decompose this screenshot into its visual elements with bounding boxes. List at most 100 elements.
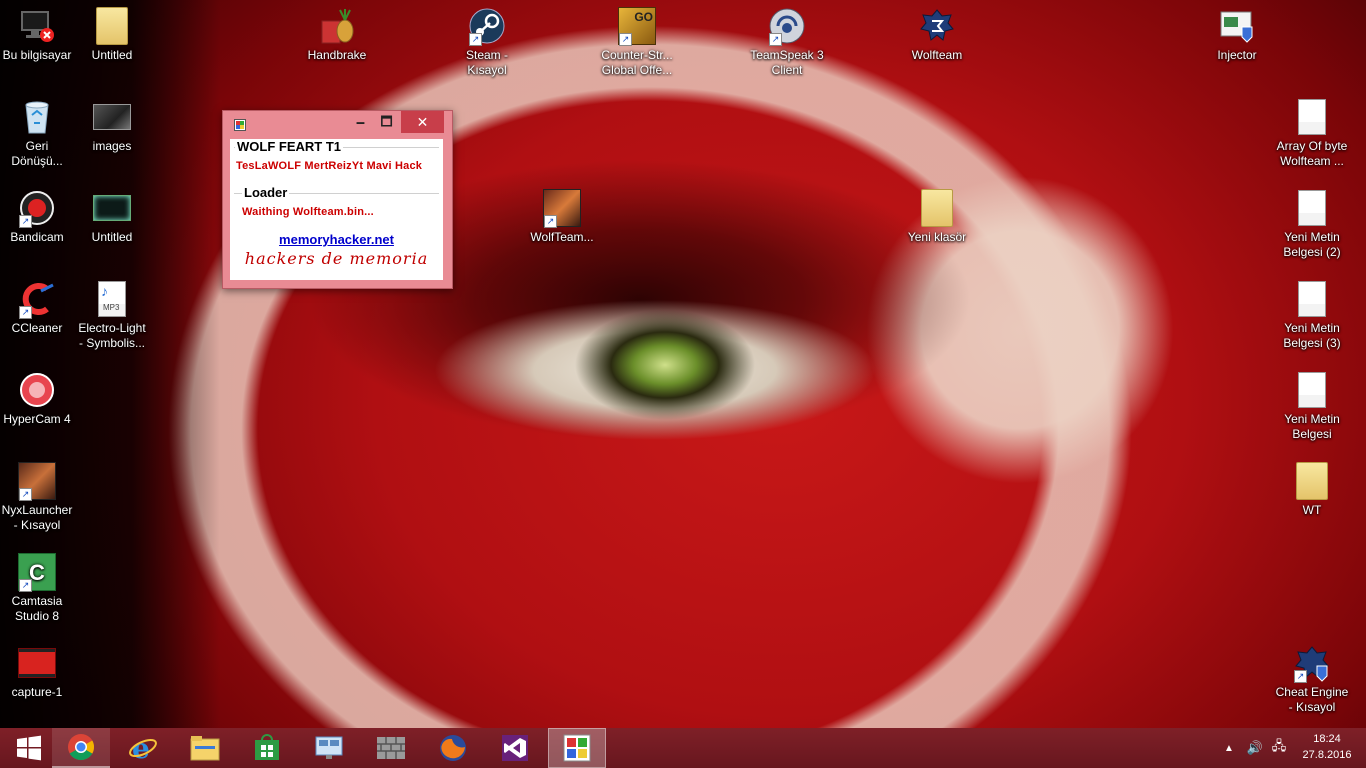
text-document-icon (1292, 188, 1332, 228)
new-text-document-label-1: Yeni Metin (1284, 412, 1340, 426)
handbrake-pineapple-icon (317, 6, 357, 46)
teamspeak-icon: ↗ (767, 6, 807, 46)
clock[interactable]: 18:24 27.8.2016 (1290, 731, 1364, 763)
taskbar-wolf-feart-app[interactable] (548, 728, 606, 768)
taskbar-chrome[interactable] (52, 728, 110, 768)
new-text-document-label-2: Belgesi (1292, 427, 1332, 441)
taskbar-internet-explorer[interactable]: e (114, 728, 172, 768)
images-item[interactable]: images (72, 93, 152, 154)
visual-studio-icon (502, 735, 528, 761)
wt-folder-label: WT (1302, 503, 1322, 517)
group-loader-title: Loader (242, 185, 290, 200)
mp3-file-icon: ♪ MP3 (92, 279, 132, 319)
array-of-byte-label-1: Array Of byte (1276, 139, 1348, 153)
array-of-byte-item[interactable]: Array Of byte Wolfteam ... (1272, 93, 1352, 169)
hypercam-label: HyperCam 4 (3, 412, 71, 426)
injector-label: Injector (1217, 48, 1257, 62)
svg-text:e: e (132, 733, 150, 763)
untitled-folder-label: Untitled (91, 48, 133, 62)
video-file-icon (17, 643, 57, 683)
taskbar: e ▲ 🔊 🖧 18:24 27.8.2016 (0, 728, 1366, 768)
window-titlebar[interactable]: 🗕 🗖 ✕ (223, 111, 452, 135)
new-text-document-item[interactable]: Yeni Metin Belgesi (1272, 366, 1352, 442)
images-label: images (92, 139, 132, 153)
steam-icon: ↗ (467, 6, 507, 46)
maximize-button[interactable]: 🗖 (373, 111, 400, 133)
hack-credits-label: TesLaWOLF MertReizYt Mavi Hack (236, 160, 423, 172)
teamspeak-item[interactable]: ↗ TeamSpeak 3 Client (747, 2, 827, 78)
wolf-feart-window[interactable]: 🗕 🗖 ✕ WOLF FEART T1 TesLaWOLF MertReizYt… (222, 110, 453, 289)
capture-video-item[interactable]: capture-1 (0, 639, 77, 700)
memoryhacker-link[interactable]: memoryhacker.net (230, 232, 443, 247)
csgo-item[interactable]: GO ↗ Counter-Str... Global Offe... (597, 2, 677, 78)
shortcut-arrow-icon: ↗ (19, 488, 32, 501)
taskbar-visual-studio[interactable] (486, 728, 544, 768)
steam-label-2: Kısayol (467, 63, 507, 77)
injector-item[interactable]: Injector (1197, 2, 1277, 63)
injector-icon (1217, 6, 1257, 46)
ccleaner-label: CCleaner (11, 321, 63, 335)
ccleaner-item[interactable]: ↗ CCleaner (0, 275, 77, 336)
untitled-video-item[interactable]: Untitled (72, 184, 152, 245)
new-text-document-2-label-1: Yeni Metin (1284, 230, 1340, 244)
handbrake-label: Handbrake (307, 48, 367, 62)
new-text-document-3-item[interactable]: Yeni Metin Belgesi (3) (1272, 275, 1352, 351)
electro-light-label-2: - Symbolis... (78, 336, 145, 350)
close-button[interactable]: ✕ (401, 111, 444, 133)
cheat-engine-item[interactable]: ↗ Cheat Engine - Kısayol (1272, 639, 1352, 715)
taskbar-remote-desktop[interactable] (300, 728, 358, 768)
volume-icon[interactable]: 🔊 (1244, 728, 1266, 768)
clock-date: 27.8.2016 (1302, 749, 1352, 761)
taskbar-firewall[interactable] (362, 728, 420, 768)
recycle-bin-label-1: Geri (25, 139, 49, 153)
csgo-label-1: Counter-Str... (601, 48, 673, 62)
folder-icon (92, 6, 132, 46)
group-wolf-feart: WOLF FEART T1 TesLaWOLF MertReizYt Mavi … (234, 140, 439, 178)
shortcut-arrow-icon: ↗ (769, 33, 782, 46)
new-folder-label: Yeni klasör (907, 230, 967, 244)
network-icon[interactable]: 🖧 (1268, 728, 1290, 768)
hypercam-item[interactable]: HyperCam 4 (0, 366, 77, 427)
teamspeak-label-1: TeamSpeak 3 (750, 48, 824, 62)
image-thumbnail-icon (92, 97, 132, 137)
remote-desktop-icon (315, 736, 343, 759)
wolfteam-icon (917, 6, 957, 46)
camtasia-label-2: Studio 8 (14, 609, 60, 623)
this-pc-icon-item[interactable]: Bu bilgisayar (0, 2, 77, 63)
shortcut-arrow-icon: ↗ (619, 33, 632, 46)
video-thumbnail-icon (92, 188, 132, 228)
loader-status-label: Waithing Wolfteam.bin... (242, 206, 374, 218)
camtasia-item[interactable]: C ↗ Camtasia Studio 8 (0, 548, 77, 624)
show-hidden-icons-button[interactable]: ▲ (1220, 728, 1238, 768)
taskbar-store[interactable] (238, 728, 296, 768)
nyxlauncher-item[interactable]: ↗ NyxLauncher - Kısayol (0, 457, 77, 533)
taskbar-firefox[interactable] (424, 728, 482, 768)
handbrake-item[interactable]: Handbrake (297, 2, 377, 63)
wolfteam-item[interactable]: Wolfteam (897, 2, 977, 63)
bandicam-item[interactable]: ↗ Bandicam (0, 184, 77, 245)
minimize-button[interactable]: 🗕 (347, 111, 374, 133)
untitled-folder-item[interactable]: Untitled (72, 2, 152, 63)
recycle-bin-label-2: Dönüşü... (11, 154, 63, 168)
new-text-document-2-item[interactable]: Yeni Metin Belgesi (2) (1272, 184, 1352, 260)
camtasia-label-1: Camtasia (11, 594, 63, 608)
chrome-icon (68, 734, 95, 761)
electro-light-mp3-item[interactable]: ♪ MP3 Electro-Light - Symbolis... (72, 275, 152, 351)
text-document-icon (1292, 370, 1332, 410)
wt-folder-item[interactable]: WT (1272, 457, 1352, 518)
folder-icon (917, 188, 957, 228)
cheat-engine-icon: ↗ (1292, 643, 1332, 683)
recycle-bin-item[interactable]: Geri Dönüşü... (0, 93, 77, 169)
new-folder-item[interactable]: Yeni klasör (897, 184, 977, 245)
hackers-de-memoria-logo-text: hackers de memoria (244, 249, 429, 268)
recycle-bin-icon (17, 97, 57, 137)
taskbar-file-explorer[interactable] (176, 728, 234, 768)
start-button[interactable] (0, 728, 58, 768)
cheat-engine-label-2: - Kısayol (1288, 700, 1336, 714)
hypercam-icon (17, 370, 57, 410)
app-window-icon (234, 119, 246, 131)
window-client-area: WOLF FEART T1 TesLaWOLF MertReizYt Mavi … (230, 139, 443, 280)
wolfteam-exe-item[interactable]: ↗ WolfTeam... (522, 184, 602, 245)
steam-item[interactable]: ↗ Steam - Kısayol (447, 2, 527, 78)
shortcut-arrow-icon: ↗ (1294, 670, 1307, 683)
